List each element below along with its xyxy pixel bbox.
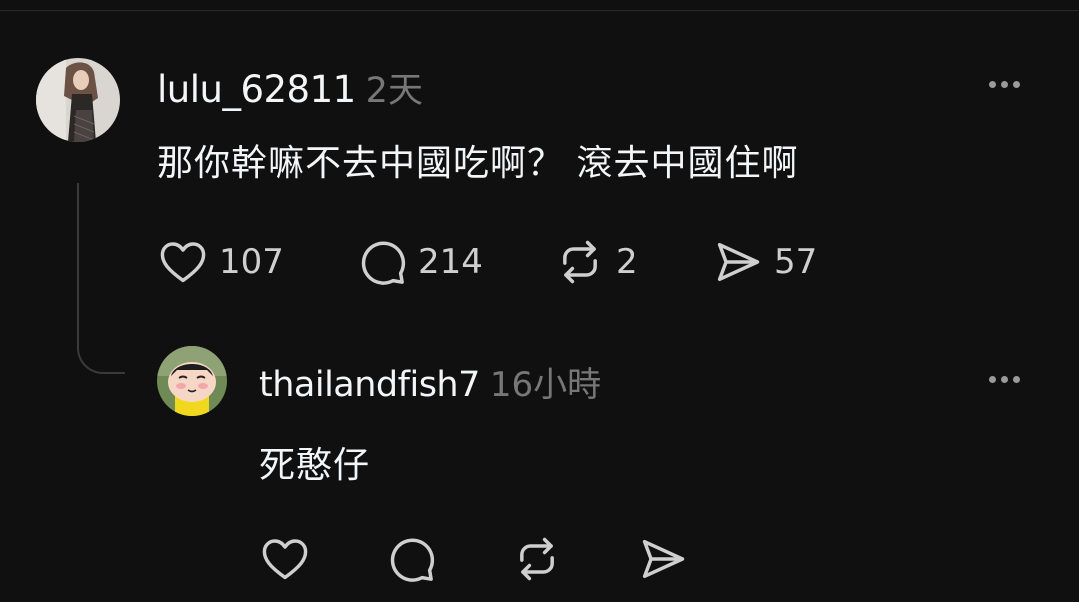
repost-icon xyxy=(563,240,597,284)
like-count: 107 xyxy=(219,242,284,282)
repost-button[interactable] xyxy=(511,533,637,585)
send-icon xyxy=(642,539,685,579)
post-text: 那你幹嘛不去中國吃啊？ 滾去中國住啊 xyxy=(157,143,799,184)
username[interactable]: thailandfish7 xyxy=(259,365,480,405)
reply-text: 死憨仔 xyxy=(259,445,371,486)
send-icon xyxy=(717,242,760,282)
more-dots-icon[interactable] xyxy=(989,376,1020,383)
reply-button[interactable]: 214 xyxy=(356,236,554,288)
repost-button[interactable]: 2 xyxy=(554,236,712,288)
username[interactable]: lulu_62811 xyxy=(157,68,356,111)
share-button[interactable]: 57 xyxy=(712,236,912,288)
timestamp[interactable]: 2天 xyxy=(366,62,423,113)
reply-count: 214 xyxy=(418,242,483,282)
avatar-lulu[interactable] xyxy=(36,58,120,142)
timestamp[interactable]: 16小時 xyxy=(490,357,601,406)
thread-connector-line xyxy=(77,183,125,374)
repost-icon xyxy=(520,537,554,581)
post-header: lulu_62811 2天 xyxy=(157,62,423,113)
avatar-thailandfish7[interactable] xyxy=(157,346,227,416)
heart-icon xyxy=(262,539,308,580)
comment-bubble-icon xyxy=(390,538,435,582)
repost-count: 2 xyxy=(616,242,638,282)
reply-button[interactable] xyxy=(385,533,511,585)
share-count: 57 xyxy=(774,242,818,282)
post-actions: 107 214 2 57 xyxy=(157,236,912,288)
share-button[interactable] xyxy=(637,533,763,585)
top-divider xyxy=(0,10,1079,11)
heart-icon xyxy=(160,242,206,283)
like-button[interactable] xyxy=(259,533,385,585)
like-button[interactable]: 107 xyxy=(157,236,356,288)
more-dots-icon[interactable] xyxy=(989,81,1020,88)
reply-header: thailandfish7 16小時 xyxy=(259,357,601,406)
reply-actions xyxy=(259,533,763,585)
comment-bubble-icon xyxy=(361,241,406,285)
